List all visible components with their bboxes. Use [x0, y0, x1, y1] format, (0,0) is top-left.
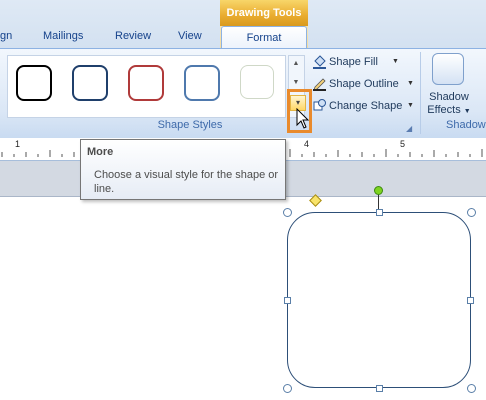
shape-style-red[interactable] [128, 65, 164, 101]
shadow-effects-label-line1: Shadow [429, 91, 469, 103]
change-shape-label: Change Shape [329, 100, 403, 112]
shadow-effects-dropdown-icon: ▼ [463, 108, 471, 115]
resize-handle-left[interactable] [284, 297, 291, 304]
gallery-scroll-down-icon[interactable]: ▼ [290, 79, 302, 86]
resize-handle-top[interactable] [376, 209, 383, 216]
rounded-rectangle-shape[interactable] [287, 212, 471, 388]
shape-style-blue[interactable] [184, 65, 220, 101]
resize-handle-bottom-right[interactable] [467, 384, 476, 393]
tab-design-partial[interactable]: gn [0, 30, 12, 46]
shape-outline-button[interactable]: Shape Outline ▼ [312, 75, 420, 93]
shadow-effects-button[interactable]: Shadow Effects ▼ [426, 91, 472, 118]
shape-fill-label: Shape Fill [329, 56, 378, 68]
rotate-handle[interactable] [374, 186, 383, 195]
resize-handle-top-right[interactable] [467, 208, 476, 217]
shape-fill-dropdown-icon: ▼ [392, 58, 399, 65]
change-shape-dropdown-icon: ▼ [407, 102, 414, 109]
dialog-launcher-icon[interactable]: ◢ [406, 124, 412, 133]
shape-outline-dropdown-icon: ▼ [407, 80, 414, 87]
contextual-tab-header: Drawing Tools [220, 0, 308, 26]
shadow-effects-icon[interactable] [432, 53, 464, 85]
resize-handle-bottom[interactable] [376, 385, 383, 392]
shape-style-black[interactable] [16, 65, 52, 101]
gallery-scroll-up-icon[interactable]: ▲ [290, 60, 302, 67]
resize-handle-right[interactable] [467, 297, 474, 304]
shape-styles-group-label: Shape Styles [157, 119, 223, 131]
shape-style-dark-blue[interactable] [72, 65, 108, 101]
pencil-outline-icon [313, 78, 326, 91]
resize-handle-top-left[interactable] [283, 208, 292, 217]
tooltip-body: Choose a visual style for the shape or l… [94, 169, 279, 195]
ruler-number: 5 [400, 139, 406, 149]
tab-mailings[interactable]: Mailings [43, 30, 83, 46]
shadow-effects-label-line2: Effects [427, 104, 461, 116]
paint-bucket-icon [313, 55, 326, 69]
shape-fill-button[interactable]: Shape Fill ▼ [312, 53, 412, 71]
shadow-group-label: Shadow [446, 119, 486, 131]
tooltip-title: More [87, 146, 114, 158]
change-shape-icon [313, 99, 326, 111]
ruler-number: 1 [15, 139, 21, 149]
shape-style-light[interactable] [240, 65, 274, 99]
ruler-number: 4 [304, 139, 310, 149]
change-shape-button[interactable]: Change Shape ▼ [312, 97, 420, 115]
tab-view[interactable]: View [178, 30, 202, 46]
resize-handle-bottom-left[interactable] [283, 384, 292, 393]
mouse-pointer-icon [296, 108, 310, 129]
shape-outline-label: Shape Outline [329, 78, 399, 90]
group-separator [420, 52, 421, 134]
tab-review[interactable]: Review [115, 30, 151, 46]
